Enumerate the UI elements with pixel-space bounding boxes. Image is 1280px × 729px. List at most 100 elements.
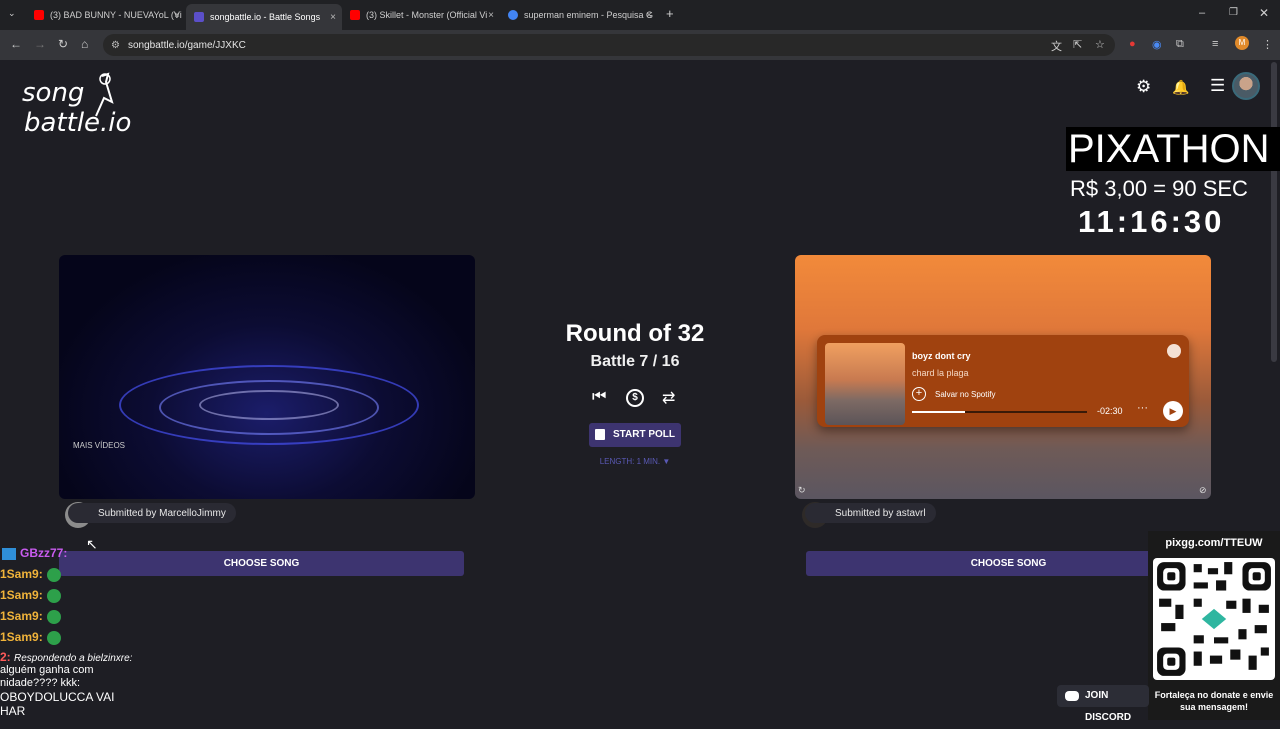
install-icon[interactable]: ⇱ — [1073, 38, 1082, 51]
google-icon — [508, 10, 518, 20]
discord-icon — [1065, 691, 1079, 701]
extensions-puzzle-icon[interactable]: ⧉ — [1176, 38, 1184, 51]
choose-song-left-button[interactable]: CHOOSE SONG — [59, 551, 464, 576]
user-avatar[interactable] — [1232, 72, 1260, 100]
mouse-cursor-icon: ↖ — [86, 536, 98, 552]
chat-user: GBzz77: — [20, 546, 68, 560]
microphone-logo-icon — [95, 72, 114, 117]
profile-icon[interactable]: M — [1235, 36, 1249, 50]
browser-menu-icon[interactable]: ⋮ — [1262, 38, 1273, 51]
tab-label: superman eminem - Pesquisa G — [524, 10, 654, 20]
join-discord-button[interactable]: JOIN DISCORD — [1057, 685, 1149, 723]
translate-icon[interactable]: 文 — [1051, 38, 1062, 54]
round-title: Round of 32 — [565, 320, 705, 347]
songbattle-icon — [194, 12, 204, 22]
home-icon[interactable]: ⌂ — [81, 37, 88, 51]
tab-google[interactable]: superman eminem - Pesquisa G × — [500, 4, 658, 26]
chat-line: 1Sam9: — [0, 630, 61, 645]
play-button[interactable]: ▶ — [1163, 401, 1183, 421]
site-info-icon[interactable]: ⚙ — [111, 40, 120, 51]
spotify-embed: boyz dont cry chard la plaga + Salvar no… — [817, 335, 1189, 427]
chat-line: 1Sam9: — [0, 588, 61, 603]
extension-red-icon[interactable]: ● — [1129, 38, 1136, 50]
submitted-by-right[interactable]: Submitted by astavrl — [805, 503, 936, 523]
hide-icon[interactable]: ⊘ — [1199, 485, 1207, 496]
forward-icon[interactable]: → — [34, 37, 46, 51]
qr-code — [1153, 558, 1275, 680]
gear-icon[interactable]: ⚙ — [1136, 77, 1151, 97]
bell-icon[interactable]: 🔔 — [1172, 79, 1189, 96]
money-icon[interactable]: $ — [626, 389, 644, 407]
badge-icon — [2, 547, 16, 560]
reload-icon[interactable]: ↻ — [58, 37, 68, 51]
pixathon-timer: 11:16:30 — [1078, 204, 1225, 239]
chat-text: OBOYDOLUCCA VAI — [0, 690, 115, 704]
chat-user: 1Sam9: — [0, 588, 43, 602]
tab-label: songbattle.io - Battle Songs — [210, 12, 321, 22]
chat-line: 2: Respondendo a bielzinxre: — [0, 650, 132, 664]
chat-user: 1Sam9: — [0, 609, 43, 623]
pixathon-rate: R$ 3,00 = 90 SEC — [1070, 176, 1248, 201]
close-tab-icon[interactable]: × — [174, 10, 180, 21]
emote-icon — [46, 567, 61, 582]
shuffle-icon[interactable]: ⇄ — [662, 388, 675, 408]
emote-icon — [46, 630, 61, 645]
youtube-icon — [350, 10, 360, 20]
tab-label: (3) BAD BUNNY - NUEVAYoL (Vi — [50, 10, 182, 20]
donate-message: Fortaleça no donate e envie sua mensagem… — [1154, 690, 1274, 712]
window-close-icon[interactable]: ✕ — [1259, 6, 1269, 20]
plus-icon: + — [912, 387, 926, 401]
address-bar-row: ← → ↻ ⌂ ⚙ songbattle.io/game/JJXKC 文 ⇱ ☆… — [0, 30, 1280, 60]
bookmark-star-icon[interactable]: ☆ — [1095, 38, 1105, 51]
chat-text: HAR — [0, 704, 26, 718]
progress-bar[interactable] — [912, 411, 1087, 413]
discord-label: JOIN DISCORD — [1085, 690, 1132, 723]
minimize-icon[interactable]: – — [1199, 7, 1205, 19]
pixathon-title: PIXATHON — [1066, 127, 1280, 171]
poll-length-select[interactable]: LENGTH: 1 MIN. ▼ — [0, 457, 1270, 466]
stage-ring — [199, 390, 339, 420]
chat-line: 1Sam9: — [0, 609, 61, 624]
scrollbar[interactable] — [1271, 62, 1277, 362]
media-control-icon[interactable]: ≡ — [1212, 38, 1218, 50]
emote-icon — [46, 588, 61, 603]
more-options-icon[interactable]: ··· — [1137, 402, 1148, 414]
chat-user: 1Sam9: — [0, 630, 43, 644]
tab-songbattle[interactable]: songbattle.io - Battle Songs × — [186, 4, 342, 30]
chat-text: nidade???? kkk: — [0, 677, 81, 689]
youtube-icon — [34, 10, 44, 20]
poll-label: START POLL — [612, 429, 676, 440]
chat-user: 1Sam9: — [0, 567, 43, 581]
start-poll-button[interactable]: START POLL — [589, 423, 681, 447]
progress-fill — [912, 411, 965, 413]
browser-tab-bar: ⌄ (3) BAD BUNNY - NUEVAYoL (Vi × songbat… — [0, 0, 1280, 30]
poll-icon — [594, 428, 605, 440]
url-field[interactable]: ⚙ songbattle.io/game/JJXKC — [103, 34, 1115, 56]
tab-label: (3) Skillet - Monster (Official Vi — [366, 10, 488, 20]
chat-user: 2: — [0, 650, 11, 664]
chat-text: alguém ganha com — [0, 664, 94, 676]
close-tab-icon[interactable]: × — [646, 10, 652, 21]
submitted-by-left[interactable]: Submitted by MarcelloJimmy — [68, 503, 236, 523]
save-to-spotify-button[interactable]: + Salvar no Spotify — [912, 387, 995, 401]
menu-icon[interactable]: ☰ — [1210, 76, 1225, 96]
tab-search-icon[interactable]: ⌄ — [8, 8, 16, 19]
tab-skillet[interactable]: (3) Skillet - Monster (Official Vi × — [342, 4, 500, 26]
new-tab-button[interactable]: + — [666, 6, 674, 21]
refresh-icon[interactable]: ↻ — [798, 485, 806, 496]
tab-bad-bunny[interactable]: (3) BAD BUNNY - NUEVAYoL (Vi × — [26, 4, 186, 26]
close-tab-icon[interactable]: × — [330, 12, 336, 23]
chat-reply: Respondendo a bielzinxre: — [14, 653, 133, 664]
back-icon[interactable]: ← — [10, 37, 22, 51]
donate-url: pixgg.com/TTEUW — [1165, 537, 1263, 549]
restore-icon[interactable]: ❐ — [1229, 7, 1238, 18]
donate-panel: pixgg.com/TTEUW Fortaleça no donate e en… — [1148, 531, 1280, 720]
emote-icon — [46, 609, 61, 624]
close-tab-icon[interactable]: × — [488, 10, 494, 21]
time-remaining: -02:30 — [1097, 406, 1123, 416]
extension-wave-icon[interactable]: ◉ — [1152, 38, 1162, 51]
save-label: Salvar no Spotify — [935, 389, 996, 399]
more-videos-label[interactable]: MAIS VÍDEOS — [73, 441, 125, 450]
chat-line: 1Sam9: — [0, 567, 61, 582]
previous-icon[interactable]: ⏮ — [592, 388, 606, 406]
